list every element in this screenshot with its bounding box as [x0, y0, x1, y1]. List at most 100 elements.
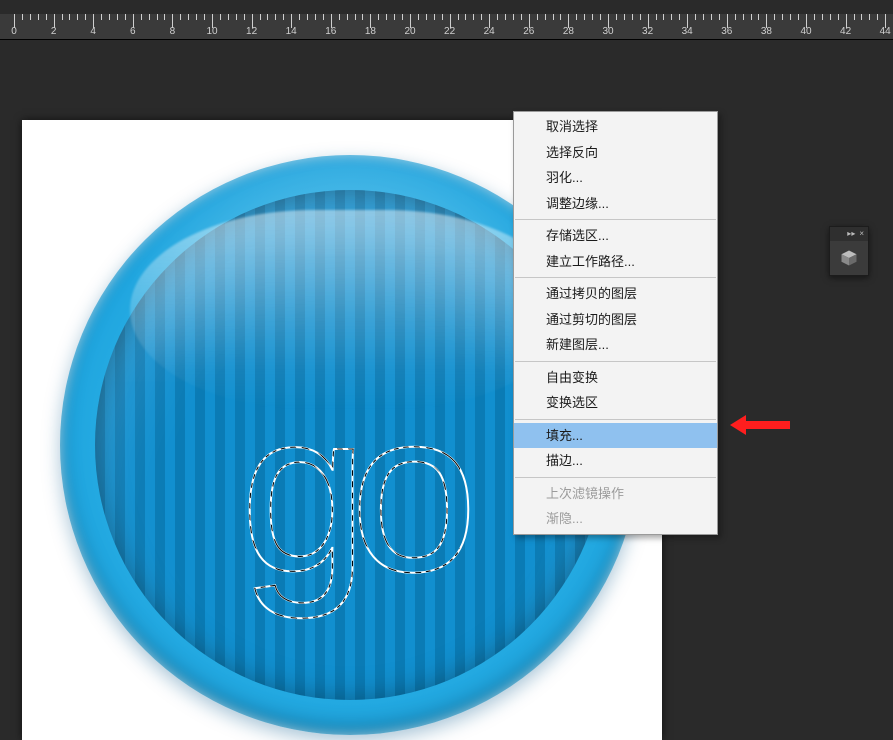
ruler-subtick — [774, 14, 775, 20]
ruler-subtick — [141, 14, 142, 20]
ruler-subtick — [758, 14, 759, 20]
ruler-subtick — [117, 14, 118, 20]
ruler-subtick — [465, 14, 466, 20]
ruler-subtick — [30, 14, 31, 20]
ruler-subtick — [434, 14, 435, 20]
menu-item-free-xform[interactable]: 自由变换 — [514, 365, 717, 391]
menu-item-xform-sel[interactable]: 变换选区 — [514, 390, 717, 416]
panel-close-icon[interactable]: × — [859, 230, 864, 238]
menu-separator — [515, 419, 716, 420]
ruler-subtick — [553, 14, 554, 20]
ruler-subtick — [632, 14, 633, 20]
ruler-label: 14 — [286, 26, 297, 37]
menu-item-refine[interactable]: 调整边缘... — [514, 191, 717, 217]
ruler-subtick — [616, 14, 617, 20]
ruler-subtick — [275, 14, 276, 20]
context-menu[interactable]: 取消选择选择反向羽化...调整边缘... 存储选区...建立工作路径... 通过拷贝… — [513, 111, 718, 535]
menu-item-inverse[interactable]: 选择反向 — [514, 140, 717, 166]
ruler-subtick — [782, 14, 783, 20]
ruler-subtick — [695, 14, 696, 20]
ruler-subtick — [671, 14, 672, 20]
ruler-label: 32 — [642, 26, 653, 37]
ruler-label: 44 — [880, 26, 891, 37]
ruler-subtick — [790, 14, 791, 20]
menu-separator — [515, 477, 716, 478]
ruler-label: 2 — [51, 26, 57, 37]
ruler-subtick — [592, 14, 593, 20]
menu-item-feather[interactable]: 羽化... — [514, 165, 717, 191]
menu-item-copy-layer[interactable]: 通过拷贝的图层 — [514, 281, 717, 307]
ruler-label: 22 — [444, 26, 455, 37]
ruler-subtick — [521, 14, 522, 20]
ruler-subtick — [378, 14, 379, 20]
ruler-subtick — [869, 14, 870, 20]
ruler-subtick — [640, 14, 641, 20]
menu-item-workpath[interactable]: 建立工作路径... — [514, 249, 717, 275]
ruler-subtick — [814, 14, 815, 20]
ruler-subtick — [735, 14, 736, 20]
ruler-top-strip — [0, 0, 893, 14]
ruler-subtick — [743, 14, 744, 20]
ruler-subtick — [600, 14, 601, 20]
menu-separator — [515, 361, 716, 362]
panel-body[interactable] — [830, 241, 868, 275]
ruler-subtick — [283, 14, 284, 20]
ruler-subtick — [46, 14, 47, 20]
ruler-subtick — [402, 14, 403, 20]
ruler-subtick — [323, 14, 324, 20]
ruler-label: 24 — [484, 26, 495, 37]
ruler-subtick — [703, 14, 704, 20]
ruler-subtick — [822, 14, 823, 20]
ruler-subtick — [236, 14, 237, 20]
cube-3d-icon — [840, 249, 858, 267]
ruler-label: 40 — [800, 26, 811, 37]
ruler-label: 18 — [365, 26, 376, 37]
panel-collapse-icon[interactable]: ▸▸ — [847, 230, 855, 238]
ruler-subtick — [624, 14, 625, 20]
menu-separator — [515, 277, 716, 278]
ruler-label: 30 — [602, 26, 613, 37]
ruler-label: 26 — [523, 26, 534, 37]
menu-item-save-sel[interactable]: 存储选区... — [514, 223, 717, 249]
ruler-subtick — [180, 14, 181, 20]
ruler-subtick — [164, 14, 165, 20]
panel-header[interactable]: ▸▸ × — [830, 227, 868, 241]
ruler-subtick — [751, 14, 752, 20]
ruler-subtick — [260, 14, 261, 20]
ruler-subtick — [877, 14, 878, 20]
ruler-subtick — [299, 14, 300, 20]
ruler-subtick — [830, 14, 831, 20]
ruler-subtick — [38, 14, 39, 20]
ruler-label: 42 — [840, 26, 851, 37]
ruler-subtick — [545, 14, 546, 20]
ruler-subtick — [481, 14, 482, 20]
ruler-subtick — [355, 14, 356, 20]
ruler-label: 38 — [761, 26, 772, 37]
menu-item-fill[interactable]: 填充... — [514, 423, 717, 449]
ruler-label: 28 — [563, 26, 574, 37]
ruler-subtick — [505, 14, 506, 20]
ruler-subtick — [22, 14, 23, 20]
menu-item-new-layer[interactable]: 新建图层... — [514, 332, 717, 358]
ruler-label: 8 — [170, 26, 176, 37]
ruler-subtick — [125, 14, 126, 20]
ruler-subtick — [69, 14, 70, 20]
menu-item-deselect[interactable]: 取消选择 — [514, 114, 717, 140]
menu-item-stroke[interactable]: 描边... — [514, 448, 717, 474]
ruler-label: 4 — [90, 26, 96, 37]
ruler-subtick — [656, 14, 657, 20]
ruler-subtick — [307, 14, 308, 20]
ruler-label: 10 — [206, 26, 217, 37]
canvas-area[interactable]: go — [0, 40, 893, 740]
ruler-subtick — [426, 14, 427, 20]
ruler-subtick — [244, 14, 245, 20]
ruler-subtick — [711, 14, 712, 20]
menu-item-cut-layer[interactable]: 通过剪切的图层 — [514, 307, 717, 333]
ruler-subtick — [267, 14, 268, 20]
menu-item-fade: 渐隐... — [514, 506, 717, 532]
ruler-subtick — [473, 14, 474, 20]
ruler-label: 34 — [682, 26, 693, 37]
panel-collapsed-3d[interactable]: ▸▸ × — [829, 226, 869, 276]
ruler-subtick — [188, 14, 189, 20]
ruler-subtick — [149, 14, 150, 20]
